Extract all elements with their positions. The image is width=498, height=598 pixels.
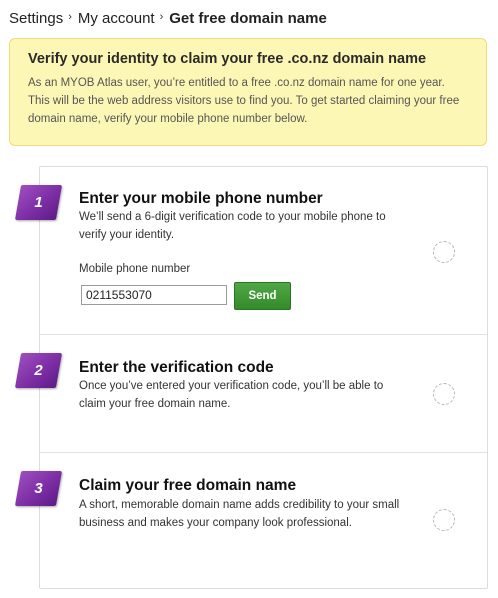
step-1: 1 Enter your mobile phone number We’ll s… <box>14 167 487 335</box>
dashed-circle-icon <box>433 509 455 531</box>
notice-body: As an MYOB Atlas user, you’re entitled t… <box>28 77 460 125</box>
breadcrumb-chevron-icon: › <box>68 11 72 23</box>
breadcrumb-my-account-link[interactable]: My account <box>78 10 155 27</box>
send-button[interactable]: Send <box>234 282 291 310</box>
breadcrumb: Settings › My account › Get free domain name <box>9 10 327 27</box>
step-title: Claim your free domain name <box>79 477 297 494</box>
dashed-circle-icon <box>433 383 455 405</box>
mobile-phone-input[interactable] <box>81 285 227 305</box>
dashed-circle-icon <box>433 241 455 263</box>
step-description: We’ll send a 6-digit verification code t… <box>79 211 386 241</box>
notice-title: Verify your identity to claim your free … <box>28 51 427 67</box>
page-title: Get free domain name <box>169 10 327 27</box>
step-2: 2 Enter the verification code Once you’v… <box>14 335 487 453</box>
mobile-phone-label: Mobile phone number <box>79 263 191 275</box>
step-title: Enter the verification code <box>79 359 274 376</box>
breadcrumb-chevron-icon: › <box>159 11 164 23</box>
step-title: Enter your mobile phone number <box>79 190 323 207</box>
step-number-badge: 1 <box>14 185 63 220</box>
step-number-badge: 3 <box>14 471 63 506</box>
step-description: A short, memorable domain name adds cred… <box>79 499 400 529</box>
breadcrumb-settings-link[interactable]: Settings <box>9 10 63 27</box>
step-number-badge: 2 <box>14 353 63 388</box>
step-3: 3 Claim your free domain name A short, m… <box>14 453 487 589</box>
verify-identity-notice: Verify your identity to claim your free … <box>9 38 487 146</box>
steps-panel: 1 Enter your mobile phone number We’ll s… <box>14 166 488 589</box>
step-description: Once you’ve entered your verification co… <box>79 380 384 410</box>
